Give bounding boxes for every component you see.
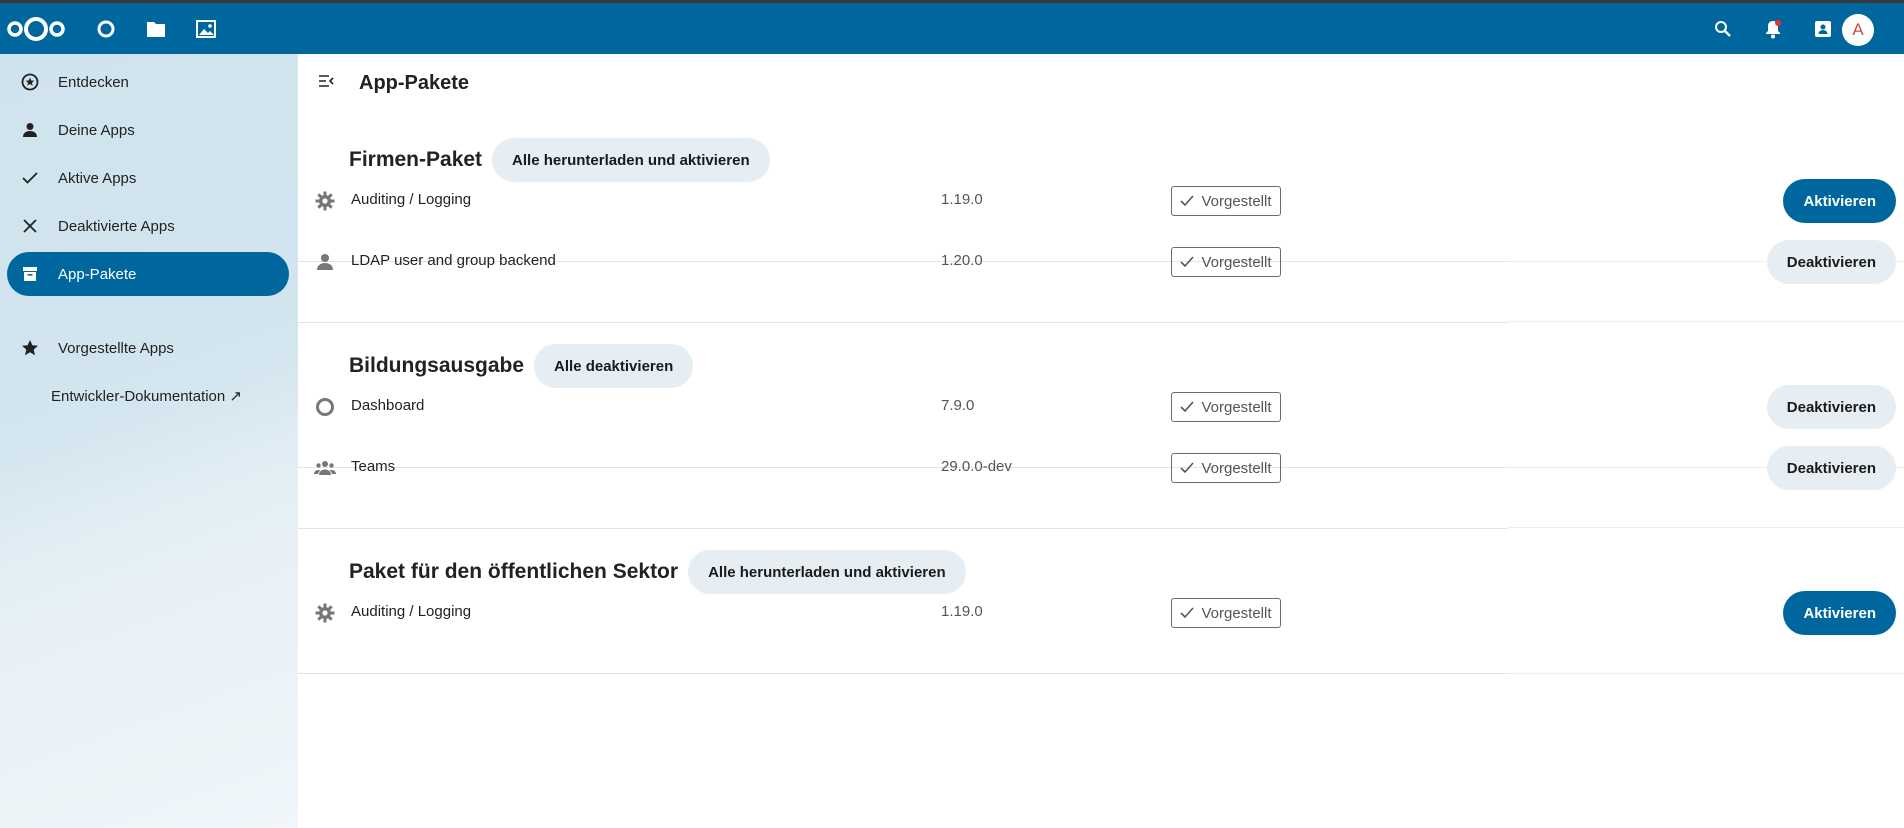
badge-label: Vorgestellt bbox=[1201, 398, 1272, 416]
row-divider bbox=[298, 673, 1508, 674]
search-icon[interactable] bbox=[1711, 17, 1735, 41]
sidebar-item-entwickler-dokumentation[interactable]: Entwickler-Dokumentation ↗ bbox=[7, 374, 289, 418]
teams-icon bbox=[314, 457, 336, 479]
row-divider bbox=[298, 322, 1508, 323]
disable-button[interactable]: Deaktivieren bbox=[1766, 240, 1896, 284]
badge-label: Vorgestellt bbox=[1201, 192, 1272, 210]
table-row: Teams 29.0.0-dev Vorgestellt Deaktiviere… bbox=[298, 438, 1904, 498]
section-title: Paket für den öffentlichen Sektor bbox=[349, 560, 679, 583]
sidebar-item-deaktivierte-apps[interactable]: Deaktivierte Apps bbox=[7, 204, 289, 248]
section-title: Firmen-Paket bbox=[349, 148, 483, 171]
table-row: LDAP user and group backend 1.20.0 Vorge… bbox=[298, 232, 1904, 292]
badge-label: Vorgestellt bbox=[1201, 604, 1272, 622]
app-name: Teams bbox=[351, 458, 396, 475]
sidebar-item-deine-apps[interactable]: Deine Apps bbox=[7, 108, 289, 152]
featured-badge: Vorgestellt bbox=[1171, 186, 1281, 216]
featured-badge: Vorgestellt bbox=[1171, 453, 1281, 483]
enable-button[interactable]: Aktivieren bbox=[1783, 591, 1896, 635]
star-icon bbox=[20, 338, 40, 358]
discover-icon bbox=[20, 72, 40, 92]
sidebar: Entdecken Deine Apps Aktive Apps Deaktiv… bbox=[0, 54, 298, 828]
sidebar-item-label: Deine Apps bbox=[58, 121, 135, 139]
sidebar-item-aktive-apps[interactable]: Aktive Apps bbox=[7, 156, 289, 200]
page-title: App-Pakete bbox=[359, 72, 470, 94]
nextcloud-logo[interactable] bbox=[6, 15, 66, 48]
dashboard-icon[interactable] bbox=[94, 17, 118, 41]
sidebar-item-label: Entdecken bbox=[58, 73, 129, 91]
sidebar-item-label: Aktive Apps bbox=[58, 169, 137, 187]
sidebar-item-label: Entwickler-Dokumentation ↗ bbox=[51, 388, 242, 405]
app-version: 1.19.0 bbox=[941, 603, 983, 620]
check-icon bbox=[1180, 195, 1195, 207]
row-divider bbox=[1508, 321, 1904, 322]
disable-button[interactable]: Deaktivieren bbox=[1766, 385, 1896, 429]
check-icon bbox=[1180, 607, 1195, 619]
check-icon bbox=[1180, 401, 1195, 413]
badge-label: Vorgestellt bbox=[1201, 253, 1272, 271]
sidebar-item-entdecken[interactable]: Entdecken bbox=[7, 60, 289, 104]
disable-button[interactable]: Deaktivieren bbox=[1766, 446, 1896, 490]
sidebar-item-label: Vorgestellte Apps bbox=[58, 339, 174, 357]
table-row: Auditing / Logging 1.19.0 Vorgestellt Ak… bbox=[298, 583, 1904, 643]
app-version: 7.9.0 bbox=[941, 397, 975, 414]
close-icon bbox=[20, 216, 40, 236]
check-icon bbox=[20, 168, 40, 188]
user-icon bbox=[314, 251, 336, 273]
app-name: Dashboard bbox=[351, 397, 425, 414]
main-content: App-Pakete Firmen-Paket Alle herunterlad… bbox=[298, 54, 1904, 828]
avatar[interactable]: A bbox=[1842, 14, 1874, 46]
featured-badge: Vorgestellt bbox=[1171, 247, 1281, 277]
app-version: 1.19.0 bbox=[941, 191, 983, 208]
sidebar-item-vorgestellte-apps[interactable]: Vorgestellte Apps bbox=[7, 326, 289, 370]
files-icon[interactable] bbox=[144, 17, 168, 41]
gear-icon bbox=[314, 190, 336, 212]
contacts-icon[interactable] bbox=[1811, 17, 1835, 41]
check-icon bbox=[1180, 256, 1195, 268]
app-name: Auditing / Logging bbox=[351, 191, 472, 208]
row-divider bbox=[1508, 673, 1904, 674]
row-divider bbox=[1508, 527, 1904, 528]
notifications-icon[interactable] bbox=[1761, 17, 1785, 41]
photos-icon[interactable] bbox=[194, 17, 218, 41]
sidebar-item-label: Deaktivierte Apps bbox=[58, 217, 175, 235]
sidebar-item-label: App-Pakete bbox=[58, 265, 137, 283]
sidebar-item-app-pakete[interactable]: App-Pakete bbox=[7, 252, 289, 296]
featured-badge: Vorgestellt bbox=[1171, 392, 1281, 422]
enable-button[interactable]: Aktivieren bbox=[1783, 179, 1896, 223]
badge-label: Vorgestellt bbox=[1201, 459, 1272, 477]
app-version: 29.0.0-dev bbox=[941, 458, 1012, 475]
menu-toggle-icon[interactable] bbox=[318, 74, 334, 93]
table-row: Dashboard 7.9.0 Vorgestellt Deaktivieren bbox=[298, 377, 1904, 437]
top-bar: A bbox=[0, 0, 1904, 54]
app-version: 1.20.0 bbox=[941, 252, 983, 269]
archive-icon bbox=[20, 264, 40, 284]
featured-badge: Vorgestellt bbox=[1171, 598, 1281, 628]
app-name: Auditing / Logging bbox=[351, 603, 472, 620]
section-title: Bildungsausgabe bbox=[349, 354, 525, 377]
user-icon bbox=[20, 120, 40, 140]
table-row: Auditing / Logging 1.19.0 Vorgestellt Ak… bbox=[298, 171, 1904, 231]
gear-icon bbox=[314, 602, 336, 624]
dashboard-icon bbox=[314, 396, 336, 418]
check-icon bbox=[1180, 462, 1195, 474]
row-divider bbox=[298, 528, 1508, 529]
app-name: LDAP user and group backend bbox=[351, 252, 556, 269]
